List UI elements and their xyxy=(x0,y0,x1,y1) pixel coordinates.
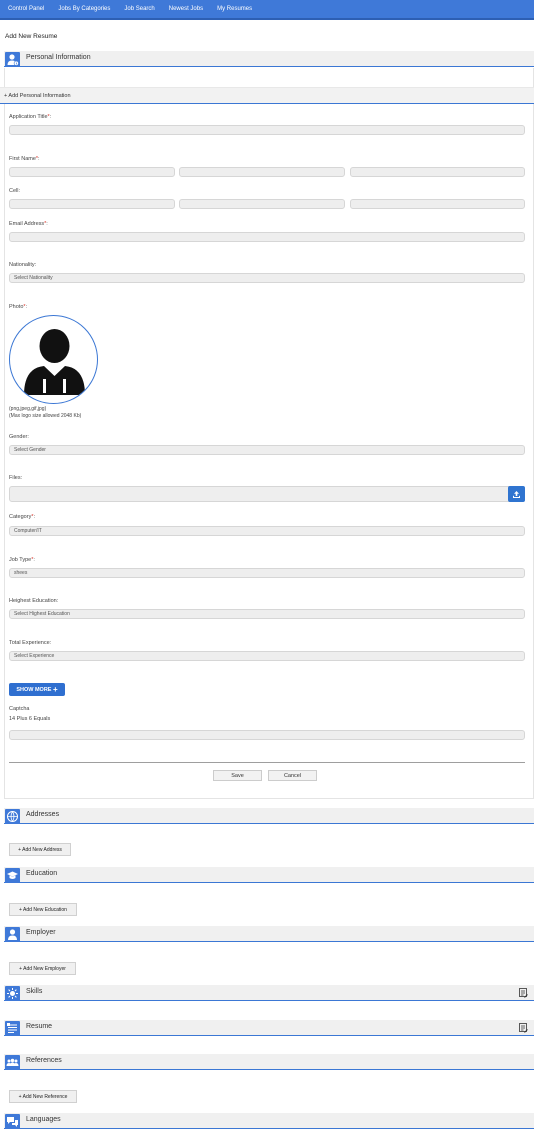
resume-document-icon xyxy=(5,1021,20,1036)
section-label: Addresses xyxy=(26,811,60,818)
add-new-reference-button[interactable]: + Add New Reference xyxy=(9,1090,77,1103)
edit-note-icon[interactable] xyxy=(519,988,528,998)
user-info-icon xyxy=(5,52,20,67)
captcha-question: 14 Plus 6 Equals xyxy=(9,716,51,722)
plus-icon: + xyxy=(53,685,58,694)
user-silhouette-icon xyxy=(24,329,85,395)
nav-my-resumes[interactable]: My Resumes xyxy=(217,6,252,12)
section-label: Employer xyxy=(26,929,56,936)
globe-location-icon xyxy=(5,809,20,824)
total-experience-select[interactable]: Select Experience xyxy=(9,651,525,661)
category-text: Category xyxy=(9,514,32,520)
job-type-label: Job Type*: xyxy=(9,557,35,563)
email-text: Email Address xyxy=(9,221,45,227)
show-more-button[interactable]: SHOW MORE + xyxy=(9,683,65,696)
people-group-icon xyxy=(5,1055,20,1070)
section-label: Personal Information xyxy=(26,54,91,61)
nav-job-search[interactable]: Job Search xyxy=(124,6,154,12)
photo-upload-avatar[interactable] xyxy=(9,315,98,404)
section-label: Skills xyxy=(26,988,43,995)
application-title-text: Application Title xyxy=(9,114,48,120)
captcha-input[interactable] xyxy=(9,730,525,740)
graduation-cap-icon xyxy=(5,868,20,883)
employer-icon xyxy=(5,927,20,942)
last-name-input[interactable] xyxy=(350,167,525,177)
nationality-select[interactable]: Select Nationality xyxy=(9,273,525,283)
label-colon: : xyxy=(33,514,35,520)
section-label: References xyxy=(26,1057,62,1064)
section-resume[interactable]: Resume xyxy=(4,1020,534,1036)
files-label: Files: xyxy=(9,475,23,481)
captcha-label: Captcha xyxy=(9,706,30,712)
cell-label: Cell: xyxy=(9,188,21,194)
nationality-label: Nationality: xyxy=(9,262,37,268)
speech-bubbles-icon xyxy=(5,1114,20,1129)
job-type-text: Job Type xyxy=(9,557,32,563)
cancel-button[interactable]: Cancel xyxy=(268,770,317,781)
section-references[interactable]: References xyxy=(4,1054,534,1070)
section-personal-information[interactable]: Personal Information xyxy=(4,51,534,67)
label-colon: : xyxy=(38,156,40,162)
photo-text: Photo xyxy=(9,304,24,310)
application-title-label: Application Title*: xyxy=(9,114,51,120)
section-addresses[interactable]: Addresses xyxy=(4,808,534,824)
add-personal-information-label: + Add Personal Information xyxy=(4,93,71,99)
photo-label: Photo*: xyxy=(9,304,27,310)
add-new-employer-button[interactable]: + Add New Employer xyxy=(9,962,76,975)
highest-education-label: Heighest Education: xyxy=(9,598,59,604)
label-colon: : xyxy=(49,114,52,120)
photo-size-note: (Max logo size allowed 2048 Kb) xyxy=(9,413,82,419)
label-colon: : xyxy=(25,304,28,310)
total-experience-label: Total Experience: xyxy=(9,640,52,646)
add-personal-information-bar[interactable]: + Add Personal Information xyxy=(0,87,534,104)
nav-control-panel[interactable]: Control Panel xyxy=(8,6,44,12)
section-label: Languages xyxy=(26,1116,61,1123)
label-colon: : xyxy=(33,557,35,563)
cell-input-2[interactable] xyxy=(179,199,345,209)
add-new-education-button[interactable]: + Add New Education xyxy=(9,903,77,916)
form-divider xyxy=(9,762,525,763)
edit-note-icon[interactable] xyxy=(519,1023,528,1033)
top-navigation: Control Panel Jobs By Categories Job Sea… xyxy=(0,0,534,20)
section-education[interactable]: Education xyxy=(4,867,534,883)
show-more-label: SHOW MORE xyxy=(16,686,52,693)
section-employer[interactable]: Employer xyxy=(4,926,534,942)
email-label: Email Address*: xyxy=(9,221,48,227)
upload-icon xyxy=(513,490,520,498)
section-languages[interactable]: Languages xyxy=(4,1113,534,1129)
label-colon: : xyxy=(46,221,48,227)
first-name-input[interactable] xyxy=(9,167,175,177)
cell-input-1[interactable] xyxy=(9,199,175,209)
job-type-select[interactable]: shees xyxy=(9,568,525,578)
section-skills[interactable]: Skills xyxy=(4,985,534,1001)
section-label: Education xyxy=(26,870,58,877)
gender-label: Gender: xyxy=(9,434,29,440)
category-select[interactable]: Computer/IT xyxy=(9,526,525,536)
photo-format-note: (png,jpeg,gif,jpg) xyxy=(9,406,47,412)
files-input[interactable] xyxy=(9,486,525,502)
add-new-address-button[interactable]: + Add New Address xyxy=(9,843,71,856)
personal-information-panel xyxy=(4,68,534,799)
section-label: Resume xyxy=(26,1023,53,1030)
email-input[interactable] xyxy=(9,232,525,242)
application-title-input[interactable] xyxy=(9,125,525,135)
first-name-text: First Name xyxy=(9,156,36,162)
upload-button[interactable] xyxy=(508,486,525,502)
skills-icon xyxy=(5,986,20,1001)
highest-education-select[interactable]: Select Highest Education xyxy=(9,609,525,619)
page-title: Add New Resume xyxy=(5,33,58,40)
nav-jobs-by-categories[interactable]: Jobs By Categories xyxy=(58,6,110,12)
gender-select[interactable]: Select Gender xyxy=(9,445,525,455)
save-button[interactable]: Save xyxy=(213,770,262,781)
first-name-label: First Name*: xyxy=(9,156,40,162)
category-label: Category*: xyxy=(9,514,35,520)
cell-input-3[interactable] xyxy=(350,199,525,209)
nav-newest-jobs[interactable]: Newest Jobs xyxy=(169,6,203,12)
middle-name-input[interactable] xyxy=(179,167,345,177)
